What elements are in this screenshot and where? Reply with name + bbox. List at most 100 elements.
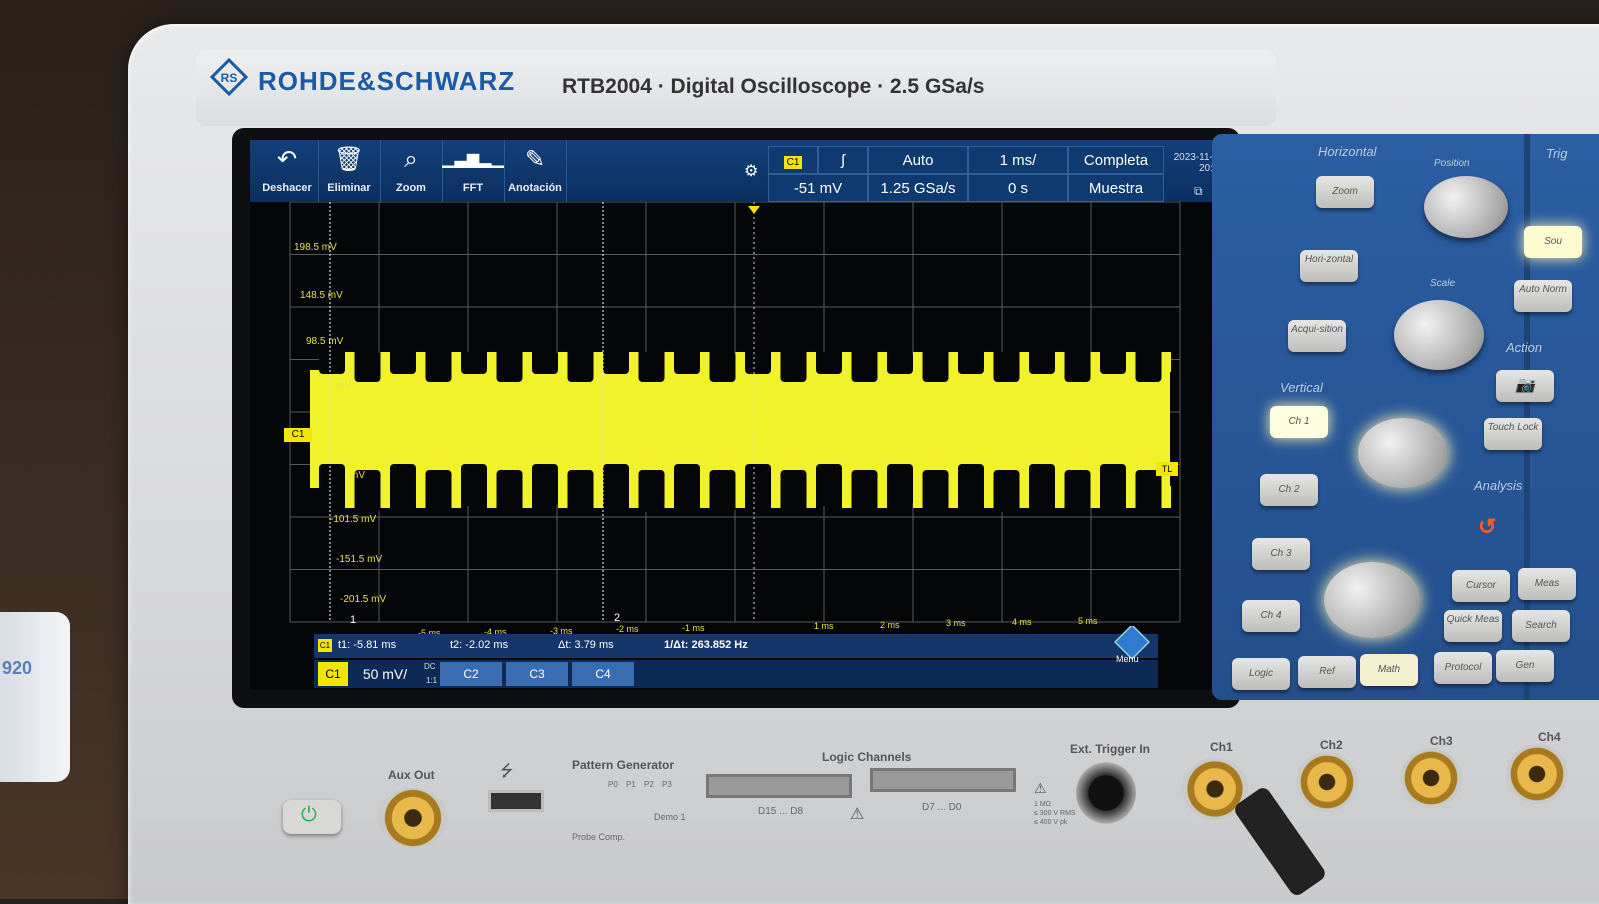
pattern-pin-label: P1	[626, 780, 636, 789]
trace-notch-bottom	[638, 470, 665, 512]
zoom-button[interactable]: ⌕ Zoom	[380, 140, 443, 202]
ch1-scale[interactable]: 50 mV/	[348, 662, 422, 686]
delete-button[interactable]: 🗑 Eliminar	[318, 140, 381, 202]
y-tick-label: 198.5 mV	[294, 242, 337, 253]
y-tick-label: -101.5 mV	[330, 514, 377, 525]
timebase-scale[interactable]: 1 ms/	[968, 146, 1068, 174]
x-tick-label: -1 ms	[682, 623, 705, 634]
annotation-button[interactable]: ✎ Anotación	[504, 140, 567, 202]
trace-peak-bottom	[345, 486, 355, 508]
cursor-2-label: 2	[614, 612, 621, 624]
trace-notch-top	[745, 352, 771, 374]
ch2-key[interactable]: Ch 2	[1260, 474, 1318, 506]
ch3-input-connector[interactable]	[1400, 748, 1462, 808]
ext-trigger-connector[interactable]	[1076, 762, 1136, 824]
quick-meas-key[interactable]: Quick Meas	[1444, 610, 1502, 642]
power-button[interactable]: ⏻	[283, 800, 341, 834]
search-key[interactable]: Search	[1512, 610, 1570, 642]
waveform-plot[interactable]	[280, 202, 1200, 632]
single-key[interactable]: Sou	[1524, 226, 1582, 258]
trace-peak-bottom	[1126, 486, 1136, 508]
d15-d8-label: D15 ... D8	[758, 806, 804, 817]
cursor-measurement-bar[interactable]: C1 t1: -5.81 ms t2: -2.02 ms Δt: 3.79 ms…	[314, 634, 1158, 658]
trace-notch-bottom	[1135, 470, 1162, 512]
position-knob[interactable]	[1424, 176, 1508, 238]
ch1-offset-marker[interactable]: C1	[284, 428, 312, 442]
trace-notch-bottom	[993, 470, 1020, 512]
horizontal-scale-knob[interactable]	[1394, 300, 1484, 370]
x-tick-label: 3 ms	[946, 618, 966, 629]
trigger-level-marker[interactable]: TL	[1156, 462, 1178, 476]
ext-warning-icon: ⚠	[1034, 780, 1047, 796]
vertical-scale-knob[interactable]	[1324, 562, 1420, 638]
trace-notch-top	[1029, 352, 1055, 374]
ch2-button[interactable]: C2	[440, 662, 502, 686]
ref-key[interactable]: Ref	[1298, 656, 1356, 688]
cursor-1-label: 1	[350, 614, 357, 626]
trace-peak-top	[629, 352, 639, 372]
acquisition-mode[interactable]: Muestra	[1068, 174, 1164, 202]
undo-label: Deshacer	[262, 182, 312, 194]
fft-button[interactable]: ▁▃▆▂▁ FFT	[442, 140, 505, 202]
trigger-slope[interactable]: ʃ	[818, 146, 868, 174]
menu-button[interactable]: Menu	[1112, 623, 1152, 666]
network-icon: ⧉	[1194, 184, 1203, 198]
screenshot-key[interactable]: 📷	[1496, 370, 1554, 402]
trace-peak-bottom	[735, 486, 745, 508]
math-key[interactable]: Math	[1360, 654, 1418, 686]
trace-peak-top	[522, 352, 532, 372]
ch1-button[interactable]: C1	[318, 662, 348, 686]
adjacent-device-label: 920	[2, 658, 33, 678]
trace-peak-top	[913, 352, 923, 372]
logic-port-low[interactable]	[870, 768, 1016, 792]
ch4-key[interactable]: Ch 4	[1242, 600, 1300, 632]
trigger-level[interactable]: -51 mV	[768, 174, 868, 202]
ch4-button[interactable]: C4	[572, 662, 634, 686]
trace-notch-bottom	[461, 464, 487, 506]
zoom-key[interactable]: Zoom	[1316, 176, 1374, 208]
gear-icon[interactable]: ⚙	[744, 164, 760, 180]
oscilloscope-screen[interactable]: ↶ Deshacer 🗑 Eliminar ⌕ Zoom ▁▃▆▂▁ FFT ✎…	[250, 140, 1226, 690]
trace-notch-bottom	[887, 464, 913, 506]
protocol-key[interactable]: Protocol	[1434, 652, 1492, 684]
record-length[interactable]: Completa	[1068, 146, 1164, 174]
sample-rate[interactable]: 1.25 GSa/s	[868, 174, 968, 202]
ch1-key[interactable]: Ch 1	[1270, 406, 1328, 438]
fft-label: FFT	[462, 182, 484, 194]
trace-notch-top	[1135, 352, 1162, 382]
trace-peak-top	[1161, 352, 1171, 372]
y-tick-label: mV	[350, 470, 365, 481]
aux-out-connector[interactable]	[378, 788, 448, 848]
aux-out-label: Aux Out	[388, 768, 435, 782]
auto-norm-key[interactable]: Auto Norm	[1514, 280, 1572, 312]
trace-peak-top	[700, 352, 710, 372]
acquisition-key[interactable]: Acqui-sition	[1288, 320, 1346, 352]
horizontal-key[interactable]: Hori-zontal	[1300, 250, 1358, 282]
trace-peak-top	[380, 352, 390, 372]
vertical-position-knob[interactable]	[1358, 418, 1448, 488]
trigger-mode[interactable]: Auto	[868, 146, 968, 174]
ext-trigger-spec: 1 MΩ ≤ 300 V RMS ≤ 400 V pk	[1034, 801, 1076, 826]
undo-button[interactable]: ↶ Deshacer	[256, 140, 319, 202]
ch3-key[interactable]: Ch 3	[1252, 538, 1310, 570]
trace-peak-top	[735, 352, 745, 372]
trace-peak-bottom	[984, 486, 994, 508]
trigger-source: C1	[783, 156, 803, 169]
horizontal-position[interactable]: 0 s	[968, 174, 1068, 202]
touch-lock-key[interactable]: Touch Lock	[1484, 418, 1542, 450]
logic-port-high[interactable]	[706, 774, 852, 798]
ch2-input-connector[interactable]	[1296, 752, 1358, 812]
x-tick-label: 5 ms	[1078, 616, 1098, 626]
ch3-button[interactable]: C3	[506, 662, 568, 686]
trace-peak-top	[806, 352, 816, 372]
trace-notch-top	[354, 352, 381, 382]
usb-port[interactable]	[488, 790, 544, 812]
meas-key[interactable]: Meas	[1518, 568, 1576, 600]
trigger-source-field[interactable]: C1	[768, 146, 818, 174]
d7-d0-label: D7 ... D0	[922, 802, 962, 813]
ch4-input-connector[interactable]	[1506, 744, 1568, 804]
gen-key[interactable]: Gen	[1496, 650, 1554, 682]
undo-analysis-icon[interactable]: ↺	[1478, 514, 1496, 540]
cursor-key[interactable]: Cursor	[1452, 570, 1510, 602]
logic-key[interactable]: Logic	[1232, 658, 1290, 690]
